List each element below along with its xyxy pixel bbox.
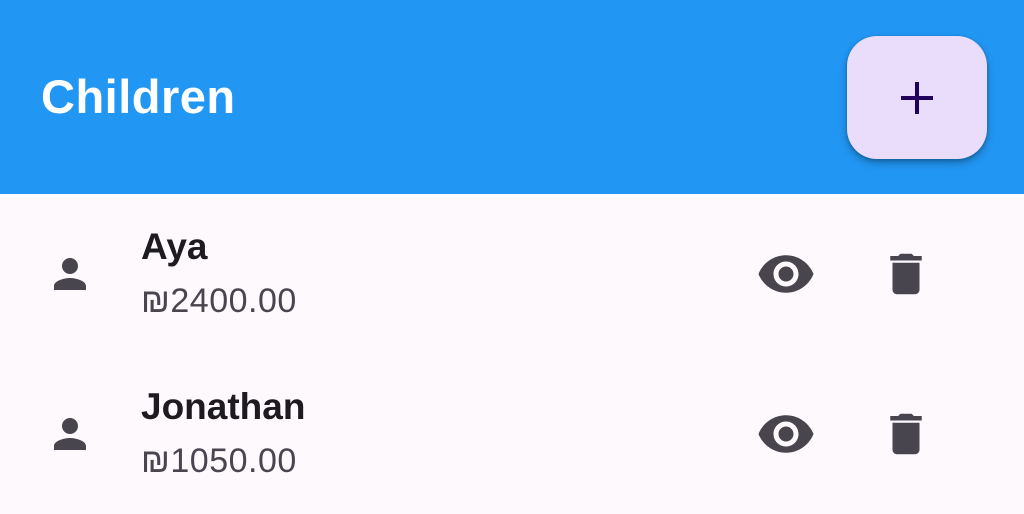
trash-icon <box>890 413 922 455</box>
child-balance: ₪1050.00 <box>141 442 297 480</box>
list-item[interactable]: Jonathan ₪1050.00 <box>0 354 1024 514</box>
trash-icon <box>890 253 922 295</box>
child-name: Jonathan <box>141 386 306 427</box>
person-icon <box>54 418 86 450</box>
add-child-button[interactable] <box>847 36 987 159</box>
eye-icon <box>758 255 814 293</box>
child-balance: ₪2400.00 <box>141 282 297 320</box>
eye-icon <box>758 415 814 453</box>
list-item[interactable]: Aya ₪2400.00 <box>0 194 1024 354</box>
view-button[interactable] <box>752 404 820 464</box>
page-title: Children <box>41 70 236 123</box>
app-bar: Children <box>0 0 1024 194</box>
view-button[interactable] <box>752 244 820 304</box>
child-name: Aya <box>141 226 208 267</box>
plus-icon <box>901 81 933 114</box>
person-icon <box>54 258 86 290</box>
delete-button[interactable] <box>872 244 940 304</box>
delete-button[interactable] <box>872 404 940 464</box>
